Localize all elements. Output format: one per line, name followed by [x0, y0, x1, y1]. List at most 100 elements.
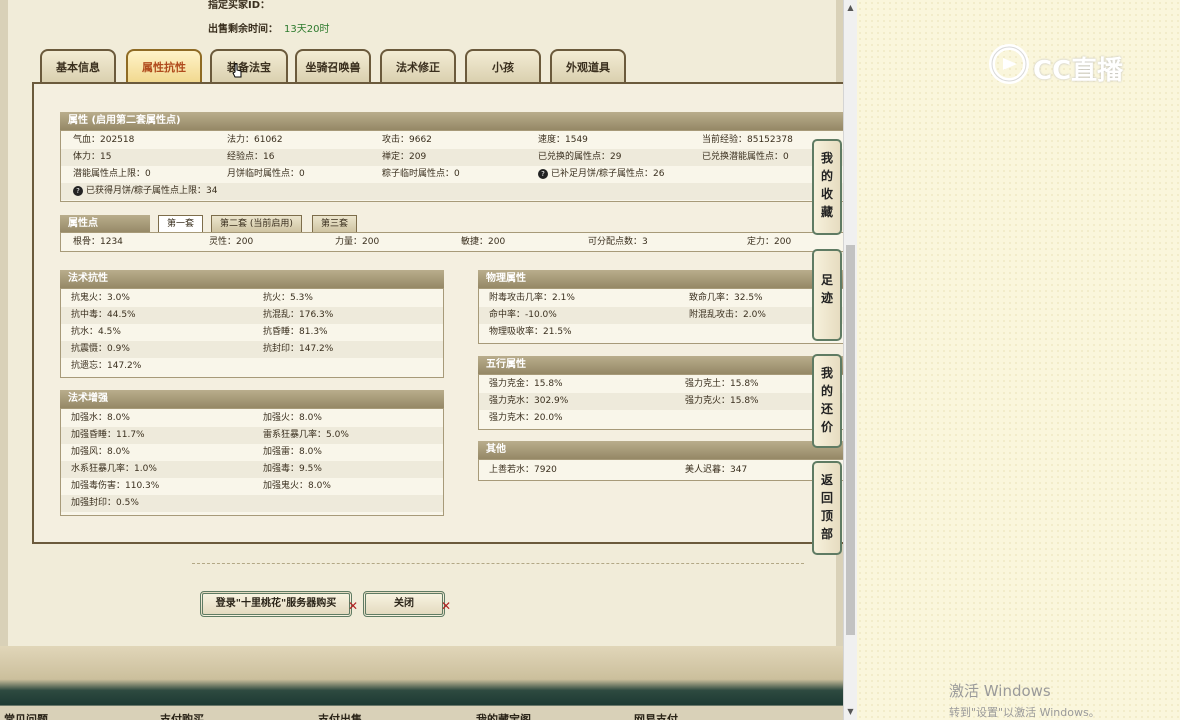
table-row: 气血：202518 法力：61062 攻击：9662 速度：1549 当前经验：…	[61, 132, 843, 149]
attr-mooncake-temp: 月饼临时属性点：0	[227, 169, 305, 179]
other-shangshan: 上善若水：7920	[489, 465, 557, 475]
login-buy-label: 登录"十里桃花"服务器购买	[215, 598, 337, 609]
scroll-thumb[interactable]	[846, 245, 855, 635]
side-nav-my-offers[interactable]: 我的还价	[812, 354, 842, 448]
attr-hp: 气血：202518	[73, 135, 135, 145]
tab-equipment[interactable]: 装备法宝	[210, 49, 288, 83]
attributes-title: 属性 (启用第二套属性点)	[60, 112, 843, 130]
trading-page: 指定买家ID： 出售剩余时间： 13天20时 基本信息 属性抗性 装备法宝 坐骑召…	[0, 0, 843, 720]
table-row: 命中率：-10.0% 附混乱攻击：2.0%	[479, 307, 843, 324]
attr-exp: 当前经验：85152378	[702, 135, 793, 145]
cc-logo-text: CC直播	[1033, 56, 1124, 86]
physical-grid: 附毒攻击几率：2.1% 致命几率：32.5% 命中率：-10.0% 附混乱攻击：…	[478, 288, 843, 344]
side-nav-favorites[interactable]: 我的收藏	[812, 139, 842, 235]
five-elements-grid: 强力克金：15.8% 强力克土：15.8% 强力克水：302.9% 强力克火：1…	[478, 374, 843, 430]
attr-speed: 速度：1549	[538, 135, 588, 145]
table-row: 加强封印：0.5%	[61, 495, 443, 512]
windows-activation-watermark: 激活 Windows 转到"设置"以激活 Windows。	[949, 680, 1100, 720]
footer-link-my-cbg[interactable]: 我的藏宝阁	[476, 711, 531, 720]
tab-set-2[interactable]: 第二套 (当前启用)	[211, 215, 302, 232]
tab-set-1[interactable]: 第一套	[158, 215, 204, 232]
element-fire: 强力克火：15.8%	[685, 396, 759, 406]
attr-attack: 攻击：9662	[382, 135, 432, 145]
boost-thunder: 加强雷：8.0%	[263, 447, 322, 457]
element-wood: 强力克木：20.0%	[489, 413, 563, 423]
resist-forget: 抗遗忘：147.2%	[71, 361, 142, 371]
cc-logo-icon	[989, 44, 1029, 84]
attr-points-title: 属性点	[60, 215, 150, 233]
attr-stamina: 体力：15	[73, 152, 112, 162]
side-nav-back-to-top[interactable]: 返回顶部	[812, 461, 842, 555]
table-row: 上善若水：7920 美人迟暮：347	[479, 462, 843, 479]
five-elements-title: 五行属性	[478, 356, 843, 374]
element-metal: 强力克金：15.8%	[489, 379, 563, 389]
footer-link-buy[interactable]: 支付购买	[160, 711, 204, 720]
tab-children[interactable]: 小孩	[465, 49, 541, 83]
close-button[interactable]: 关闭 ✕	[363, 591, 451, 617]
attr-filled-points: ? 已补足月饼/粽子属性点：26	[538, 166, 665, 183]
resist-seal: 抗封印：147.2%	[263, 344, 334, 354]
side-nav-footprint[interactable]: 足迹	[812, 249, 842, 341]
help-icon[interactable]: ?	[538, 168, 548, 179]
cross-icon: ✕	[347, 599, 358, 613]
other-title: 其他	[478, 441, 843, 459]
table-row: 强力克金：15.8% 强力克土：15.8%	[479, 376, 843, 393]
magic-boost-title: 法术增强	[60, 390, 444, 408]
attributes-grid: 气血：202518 法力：61062 攻击：9662 速度：1549 当前经验：…	[60, 130, 843, 202]
tab-mounts-summons[interactable]: 坐骑召唤兽	[295, 49, 371, 83]
points-endurance: 定力：200	[747, 237, 792, 247]
attr-zongzi-temp: 粽子临时属性点：0	[382, 169, 460, 179]
attr-mp: 法力：61062	[227, 135, 283, 145]
footer-link-faq[interactable]: 常见问题	[4, 711, 48, 720]
boost-water: 加强水：8.0%	[71, 413, 130, 423]
attr-points-grid: 根骨：1234 灵性：200 力量：200 敏捷：200 可分配点数：3 定力：…	[60, 232, 843, 252]
footer-link-pay[interactable]: 网易支付	[634, 711, 678, 720]
magic-resist-title: 法术抗性	[60, 270, 444, 288]
login-buy-button[interactable]: 登录"十里桃花"服务器购买 ✕	[200, 591, 358, 617]
footer-band	[0, 646, 843, 720]
hand-cursor-icon	[232, 63, 242, 78]
boost-poison: 加强毒：9.5%	[263, 464, 322, 474]
boost-fire: 加强火：8.0%	[263, 413, 322, 423]
scroll-down-icon[interactable]: ▼	[846, 707, 855, 717]
phys-critical: 致命几率：32.5%	[689, 293, 763, 303]
table-row: 加强昏睡：11.7% 雷系狂暴几率：5.0%	[61, 427, 443, 444]
scrollbar[interactable]: ▲ ▼	[843, 0, 857, 720]
phys-chaos-attack: 附混乱攻击：2.0%	[689, 310, 766, 320]
tab-attributes-resistance[interactable]: 属性抗性	[126, 49, 202, 83]
table-row: 物理吸收率：21.5%	[479, 324, 843, 341]
help-icon[interactable]: ?	[73, 185, 83, 196]
element-earth: 强力克土：15.8%	[685, 379, 759, 389]
scroll-up-icon[interactable]: ▲	[846, 3, 855, 13]
attr-exchanged-potential: 已兑换潜能属性点：0	[702, 152, 789, 162]
table-row: 附毒攻击几率：2.1% 致命几率：32.5%	[479, 290, 843, 307]
boost-wind: 加强风：8.0%	[71, 447, 130, 457]
physical-title: 物理属性	[478, 270, 843, 288]
detail-tabs: 基本信息 属性抗性 装备法宝 坐骑召唤兽 法术修正 小孩 外观道具	[40, 49, 840, 85]
tab-spell-modifiers[interactable]: 法术修正	[380, 49, 456, 83]
attr-points-cap: ? 已获得月饼/粽子属性点上限：34	[73, 183, 218, 200]
tab-set-3[interactable]: 第三套	[312, 215, 358, 232]
side-nav-label: 我的还价	[820, 366, 833, 434]
cc-live-logo: CC直播	[987, 42, 1147, 88]
tab-basic-info[interactable]: 基本信息	[40, 49, 116, 83]
watermark-subtitle: 转到"设置"以激活 Windows。	[949, 706, 1100, 719]
phys-poison-attack: 附毒攻击几率：2.1%	[489, 293, 575, 303]
tab-appearance[interactable]: 外观道具	[550, 49, 626, 83]
table-row: 潜能属性点上限：0 月饼临时属性点：0 粽子临时属性点：0 ? 已补足月饼/粽子属…	[61, 166, 843, 183]
other-grid: 上善若水：7920 美人迟暮：347	[478, 459, 843, 481]
attr-exchanged-points: 已兑换的属性点：29	[538, 152, 622, 162]
points-spirit: 灵性：200	[209, 237, 254, 247]
boost-seal: 加强封印：0.5%	[71, 498, 139, 508]
sale-time-label: 出售剩余时间：	[208, 24, 278, 35]
points-strength: 力量：200	[335, 237, 380, 247]
footer-link-sell[interactable]: 支付出售	[318, 711, 362, 720]
seller-label: 指定买家ID：	[208, 0, 271, 11]
attributes-panel: 属性 (启用第二套属性点) 气血：202518 法力：61062 攻击：9662…	[32, 82, 843, 544]
table-row: 抗遗忘：147.2%	[61, 358, 443, 375]
boost-poison-damage: 加强毒伤害：110.3%	[71, 481, 160, 491]
side-nav-label: 足迹	[820, 273, 833, 305]
magic-resist-grid: 抗鬼火：3.0% 抗火：5.3% 抗中毒：44.5% 抗混乱：176.3% 抗水…	[60, 288, 444, 378]
boost-water-crit: 水系狂暴几率：1.0%	[71, 464, 157, 474]
side-nav-label: 返回顶部	[820, 473, 833, 541]
